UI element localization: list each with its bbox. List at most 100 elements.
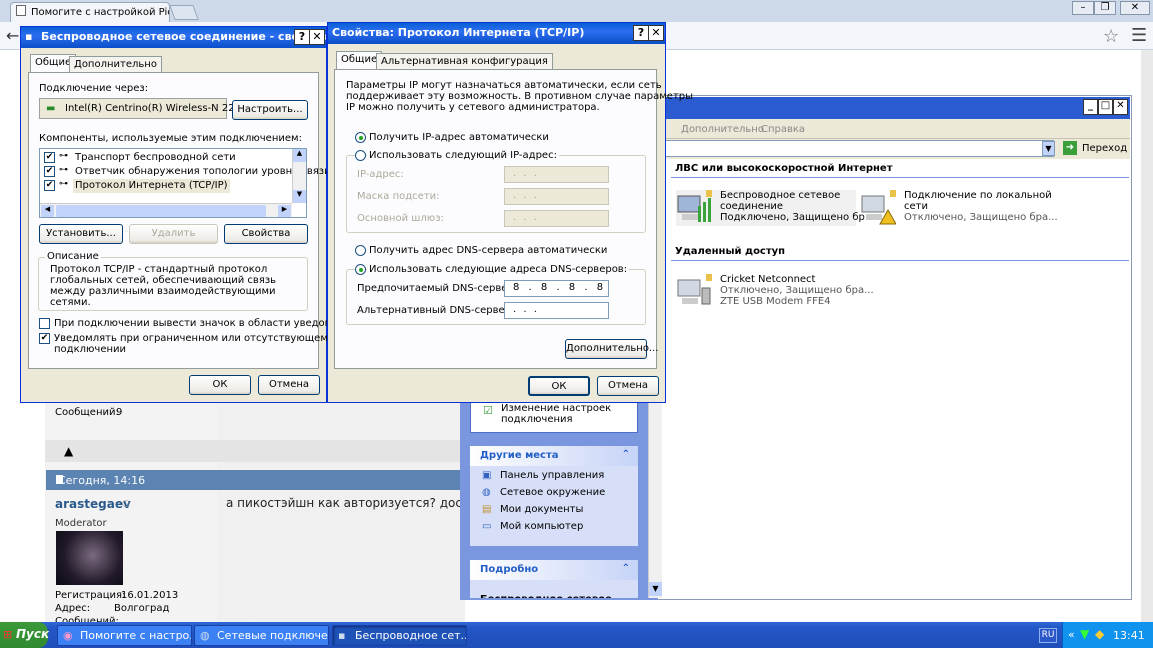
- menu-advanced[interactable]: Дополнительно: [681, 124, 764, 136]
- collapse-icon[interactable]: ⌃: [622, 563, 630, 574]
- close-icon[interactable]: ✕: [648, 25, 664, 41]
- other-places-header[interactable]: Другие места ⌃: [470, 446, 638, 466]
- conn-name: Подключение по локальной: [904, 190, 1052, 201]
- dns-auto-radio[interactable]: [355, 245, 366, 256]
- computer-icon: ▭: [482, 521, 492, 532]
- menu-icon[interactable]: ☰: [1131, 25, 1147, 46]
- tcpip-dialog-title: Свойства: Протокол Интернета (TCP/IP): [332, 26, 585, 39]
- show-icon-checkbox[interactable]: [39, 318, 50, 329]
- network-tray-icon[interactable]: ◆: [1095, 627, 1104, 641]
- address-input[interactable]: [662, 140, 1054, 157]
- menu-help[interactable]: Справка: [761, 124, 805, 136]
- post-author[interactable]: arastegaev: [55, 497, 131, 511]
- notify-checkbox[interactable]: ✔: [39, 333, 50, 344]
- connection-wireless[interactable]: Беспроводное сетевое соединение Подключено…: [676, 190, 874, 226]
- uninstall-button[interactable]: Удалить: [129, 224, 218, 244]
- page-scrollbar[interactable]: [1141, 50, 1153, 622]
- cancel-button[interactable]: Отмена: [258, 375, 320, 395]
- tab-advanced[interactable]: Дополнительно: [69, 56, 162, 73]
- lan-network-icon: [860, 190, 897, 226]
- browser-tab[interactable]: Помогите с настройкой Pic: [10, 2, 170, 22]
- checkbox[interactable]: ✔: [44, 152, 55, 163]
- go-label[interactable]: Переход: [1082, 143, 1127, 155]
- show-icon-label: При подключении вывести значок в области…: [54, 318, 365, 329]
- new-tab-button[interactable]: [169, 5, 199, 20]
- connect-using-label: Подключение через:: [39, 83, 149, 94]
- details-label: Подробно: [480, 564, 539, 575]
- wireless-network-icon: [676, 190, 712, 226]
- wifi-icon[interactable]: ▼: [1080, 627, 1089, 641]
- taskbar-item-browser[interactable]: ◉ Помогите с настро...: [57, 625, 192, 646]
- connection-icon: ▪: [25, 30, 33, 43]
- ip-address-field[interactable]: . . .: [504, 166, 609, 183]
- checkbox[interactable]: ✔: [44, 166, 55, 177]
- ok-button[interactable]: ОК: [189, 375, 251, 395]
- protocol-icon: ⊶: [59, 151, 68, 161]
- place-computer[interactable]: ▭ Мой компьютер: [482, 521, 638, 538]
- details-header[interactable]: Подробно ⌃: [470, 560, 638, 580]
- subnet-mask-field[interactable]: . . .: [504, 188, 609, 205]
- close-icon[interactable]: ✕: [1113, 99, 1128, 115]
- clock[interactable]: 13:41: [1113, 629, 1145, 642]
- list-vscrollbar[interactable]: ▲ ▼: [292, 149, 306, 203]
- details-body: Беспроводное сетевое: [470, 580, 638, 598]
- post-date: Сегодня, 14:16: [58, 474, 146, 487]
- alternate-dns-field[interactable]: . . .: [504, 302, 609, 319]
- wireless-dialog-title: Беспроводное сетевое соединение - свойст…: [41, 30, 326, 43]
- chevron-down-icon[interactable]: ▼: [649, 582, 662, 596]
- reg-label: Регистрация:: [55, 590, 126, 601]
- back-arrow-icon[interactable]: ←: [6, 26, 19, 45]
- place-control-panel[interactable]: ▣ Панель управления: [482, 470, 638, 487]
- ip-auto-radio[interactable]: [355, 132, 366, 143]
- network-titlebar: [660, 97, 1130, 119]
- help-icon[interactable]: ?: [633, 25, 649, 41]
- close-icon[interactable]: ✕: [309, 29, 325, 45]
- place-network[interactable]: ◍ Сетевое окружение: [482, 487, 638, 504]
- advanced-button[interactable]: Дополнительно...: [565, 339, 658, 359]
- bookmark-star-icon[interactable]: ☆: [1103, 26, 1119, 47]
- properties-button[interactable]: Свойства: [224, 224, 308, 244]
- chevron-right-icon[interactable]: ▶: [278, 205, 291, 217]
- help-icon[interactable]: ?: [294, 29, 310, 45]
- collapse-icon[interactable]: ⌃: [622, 449, 630, 460]
- chevron-left-icon[interactable]: ◀: [41, 205, 54, 217]
- author-role: Moderator: [55, 518, 107, 529]
- restore-icon[interactable]: ❐: [1094, 1, 1116, 15]
- cancel-button[interactable]: Отмена: [597, 376, 659, 396]
- chevron-down-icon[interactable]: ▼: [293, 190, 306, 203]
- checkbox[interactable]: ✔: [44, 180, 55, 191]
- minimize-icon[interactable]: _: [1083, 99, 1098, 115]
- chevron-up-icon[interactable]: ▲: [293, 149, 306, 162]
- install-button[interactable]: Установить...: [39, 224, 123, 244]
- gateway-field[interactable]: . . .: [504, 210, 609, 227]
- details-sub: Беспроводное сетевое: [480, 584, 638, 598]
- place-documents[interactable]: ▤ Мои документы: [482, 504, 638, 521]
- preferred-dns-field[interactable]: 8 . 8 . 8 . 8: [504, 280, 609, 297]
- connection-lan[interactable]: Подключение по локальной сети Отключено, З…: [860, 190, 1058, 226]
- tray-expand-icon[interactable]: «: [1068, 628, 1075, 641]
- avatar[interactable]: [56, 531, 123, 585]
- task-scrollbar[interactable]: ▼: [648, 400, 662, 598]
- notify-label-2: подключении: [54, 344, 127, 355]
- taskbar-item-network[interactable]: ◍ Сетевые подключе...: [194, 625, 329, 646]
- taskbar-item-wireless[interactable]: ▪ Беспроводное сет...: [332, 625, 467, 646]
- list-hscrollbar[interactable]: ◀ ▶: [40, 203, 292, 217]
- ip-manual-label: Использовать следующий IP-адрес:: [367, 150, 559, 162]
- chevron-down-icon[interactable]: ▼: [1042, 141, 1055, 156]
- description-label: Описание: [45, 251, 101, 263]
- warning-icon[interactable]: ▲: [64, 444, 73, 458]
- minimize-icon[interactable]: –: [1072, 1, 1094, 15]
- go-arrow-icon[interactable]: ➜: [1063, 141, 1077, 155]
- language-indicator[interactable]: RU: [1039, 628, 1057, 643]
- tab-alternate[interactable]: Альтернативная конфигурация: [376, 53, 553, 70]
- maximize-icon[interactable]: □: [1098, 99, 1113, 115]
- adapter-name: Intel(R) Centrino(R) Wireless-N 2230: [65, 103, 248, 114]
- scroll-thumb[interactable]: [56, 205, 266, 217]
- connection-modem[interactable]: Cricket Netconnect Отключено, Защищено бр…: [676, 274, 874, 310]
- ip-manual-radio[interactable]: [355, 150, 366, 161]
- configure-button[interactable]: Настроить...: [232, 100, 308, 120]
- task-change-settings[interactable]: ☑ Изменение настроек подключения: [470, 400, 638, 433]
- dns-manual-radio[interactable]: [355, 264, 366, 275]
- close-icon[interactable]: ✕: [1120, 1, 1150, 15]
- ok-button[interactable]: ОК: [528, 376, 590, 396]
